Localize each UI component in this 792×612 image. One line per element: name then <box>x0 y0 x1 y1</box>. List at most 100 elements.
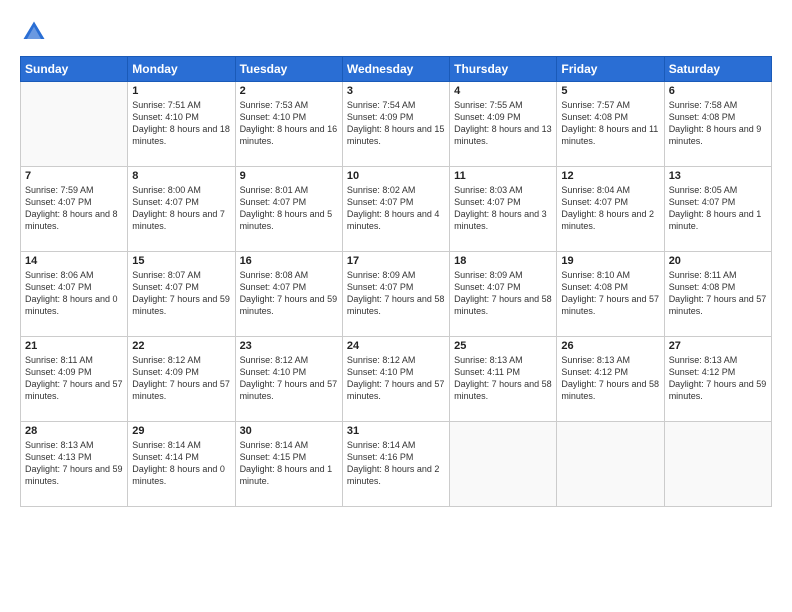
day-number: 30 <box>240 425 338 437</box>
calendar-cell: 22Sunrise: 8:12 AMSunset: 4:09 PMDayligh… <box>128 337 235 422</box>
calendar-week-row: 28Sunrise: 8:13 AMSunset: 4:13 PMDayligh… <box>21 422 772 507</box>
day-number: 24 <box>347 340 445 352</box>
calendar-cell: 28Sunrise: 8:13 AMSunset: 4:13 PMDayligh… <box>21 422 128 507</box>
calendar-day-header: Friday <box>557 57 664 82</box>
calendar-cell: 4Sunrise: 7:55 AMSunset: 4:09 PMDaylight… <box>450 82 557 167</box>
cell-daylight: Daylight: 7 hours and 58 minutes. <box>561 378 659 402</box>
calendar-cell: 9Sunrise: 8:01 AMSunset: 4:07 PMDaylight… <box>235 167 342 252</box>
cell-sunrise: Sunrise: 8:10 AM <box>561 269 659 281</box>
calendar-cell: 21Sunrise: 8:11 AMSunset: 4:09 PMDayligh… <box>21 337 128 422</box>
cell-sunrise: Sunrise: 7:57 AM <box>561 99 659 111</box>
calendar-cell: 5Sunrise: 7:57 AMSunset: 4:08 PMDaylight… <box>557 82 664 167</box>
calendar-week-row: 7Sunrise: 7:59 AMSunset: 4:07 PMDaylight… <box>21 167 772 252</box>
day-number: 5 <box>561 85 659 97</box>
cell-sunset: Sunset: 4:09 PM <box>454 111 552 123</box>
day-number: 16 <box>240 255 338 267</box>
cell-sunset: Sunset: 4:07 PM <box>25 196 123 208</box>
cell-daylight: Daylight: 8 hours and 2 minutes. <box>347 463 445 487</box>
cell-sunset: Sunset: 4:10 PM <box>240 366 338 378</box>
cell-daylight: Daylight: 7 hours and 59 minutes. <box>25 463 123 487</box>
calendar-cell: 14Sunrise: 8:06 AMSunset: 4:07 PMDayligh… <box>21 252 128 337</box>
cell-sunrise: Sunrise: 8:03 AM <box>454 184 552 196</box>
calendar-cell: 15Sunrise: 8:07 AMSunset: 4:07 PMDayligh… <box>128 252 235 337</box>
calendar-cell: 27Sunrise: 8:13 AMSunset: 4:12 PMDayligh… <box>664 337 771 422</box>
cell-daylight: Daylight: 8 hours and 1 minute. <box>669 208 767 232</box>
cell-sunset: Sunset: 4:08 PM <box>669 281 767 293</box>
day-number: 15 <box>132 255 230 267</box>
calendar-week-row: 14Sunrise: 8:06 AMSunset: 4:07 PMDayligh… <box>21 252 772 337</box>
calendar-day-header: Wednesday <box>342 57 449 82</box>
cell-sunrise: Sunrise: 8:11 AM <box>25 354 123 366</box>
calendar-table: SundayMondayTuesdayWednesdayThursdayFrid… <box>20 56 772 507</box>
calendar-cell: 3Sunrise: 7:54 AMSunset: 4:09 PMDaylight… <box>342 82 449 167</box>
cell-sunset: Sunset: 4:11 PM <box>454 366 552 378</box>
cell-daylight: Daylight: 8 hours and 16 minutes. <box>240 123 338 147</box>
day-number: 17 <box>347 255 445 267</box>
cell-daylight: Daylight: 7 hours and 57 minutes. <box>347 378 445 402</box>
calendar-day-header: Sunday <box>21 57 128 82</box>
cell-sunset: Sunset: 4:16 PM <box>347 451 445 463</box>
cell-sunset: Sunset: 4:10 PM <box>132 111 230 123</box>
calendar-cell: 25Sunrise: 8:13 AMSunset: 4:11 PMDayligh… <box>450 337 557 422</box>
day-number: 12 <box>561 170 659 182</box>
calendar-day-header: Monday <box>128 57 235 82</box>
cell-sunrise: Sunrise: 8:13 AM <box>669 354 767 366</box>
cell-sunset: Sunset: 4:15 PM <box>240 451 338 463</box>
cell-sunrise: Sunrise: 7:54 AM <box>347 99 445 111</box>
cell-sunrise: Sunrise: 8:01 AM <box>240 184 338 196</box>
cell-sunset: Sunset: 4:07 PM <box>25 281 123 293</box>
cell-sunset: Sunset: 4:09 PM <box>347 111 445 123</box>
cell-sunset: Sunset: 4:10 PM <box>240 111 338 123</box>
day-number: 28 <box>25 425 123 437</box>
cell-sunrise: Sunrise: 7:55 AM <box>454 99 552 111</box>
day-number: 7 <box>25 170 123 182</box>
cell-daylight: Daylight: 8 hours and 8 minutes. <box>25 208 123 232</box>
cell-sunrise: Sunrise: 8:14 AM <box>347 439 445 451</box>
cell-daylight: Daylight: 7 hours and 57 minutes. <box>25 378 123 402</box>
cell-sunrise: Sunrise: 7:59 AM <box>25 184 123 196</box>
cell-daylight: Daylight: 7 hours and 59 minutes. <box>132 293 230 317</box>
calendar-cell: 29Sunrise: 8:14 AMSunset: 4:14 PMDayligh… <box>128 422 235 507</box>
cell-daylight: Daylight: 7 hours and 57 minutes. <box>669 293 767 317</box>
calendar-cell: 2 Sunrise: 7:53 AMSunset: 4:10 PMDaylight… <box>235 82 342 167</box>
cell-sunrise: Sunrise: 8:09 AM <box>454 269 552 281</box>
cell-sunrise: Sunrise: 8:02 AM <box>347 184 445 196</box>
page: SundayMondayTuesdayWednesdayThursdayFrid… <box>0 0 792 612</box>
calendar-cell: 24Sunrise: 8:12 AMSunset: 4:10 PMDayligh… <box>342 337 449 422</box>
cell-daylight: Daylight: 8 hours and 4 minutes. <box>347 208 445 232</box>
day-number: 11 <box>454 170 552 182</box>
day-number: 21 <box>25 340 123 352</box>
cell-sunrise: Sunrise: 8:12 AM <box>347 354 445 366</box>
cell-sunset: Sunset: 4:07 PM <box>669 196 767 208</box>
cell-sunrise: Sunrise: 8:11 AM <box>669 269 767 281</box>
day-number: 23 <box>240 340 338 352</box>
cell-sunset: Sunset: 4:08 PM <box>561 111 659 123</box>
day-number: 2 <box>240 85 338 97</box>
cell-sunset: Sunset: 4:07 PM <box>454 196 552 208</box>
cell-daylight: Daylight: 7 hours and 57 minutes. <box>561 293 659 317</box>
cell-sunrise: Sunrise: 8:13 AM <box>454 354 552 366</box>
cell-daylight: Daylight: 7 hours and 57 minutes. <box>240 378 338 402</box>
day-number: 9 <box>240 170 338 182</box>
day-number: 4 <box>454 85 552 97</box>
cell-sunrise: Sunrise: 8:14 AM <box>132 439 230 451</box>
calendar-cell: 31Sunrise: 8:14 AMSunset: 4:16 PMDayligh… <box>342 422 449 507</box>
day-number: 27 <box>669 340 767 352</box>
cell-sunrise: Sunrise: 7:53 AM <box>240 99 338 111</box>
cell-sunrise: Sunrise: 8:00 AM <box>132 184 230 196</box>
cell-sunrise: Sunrise: 8:12 AM <box>132 354 230 366</box>
cell-sunrise: Sunrise: 7:51 AM <box>132 99 230 111</box>
cell-sunset: Sunset: 4:07 PM <box>347 196 445 208</box>
cell-sunrise: Sunrise: 8:14 AM <box>240 439 338 451</box>
calendar-cell: 13Sunrise: 8:05 AMSunset: 4:07 PMDayligh… <box>664 167 771 252</box>
cell-sunset: Sunset: 4:13 PM <box>25 451 123 463</box>
cell-daylight: Daylight: 7 hours and 58 minutes. <box>454 378 552 402</box>
logo <box>20 18 52 46</box>
day-number: 29 <box>132 425 230 437</box>
cell-sunset: Sunset: 4:07 PM <box>132 196 230 208</box>
day-number: 20 <box>669 255 767 267</box>
cell-daylight: Daylight: 7 hours and 57 minutes. <box>132 378 230 402</box>
cell-daylight: Daylight: 8 hours and 9 minutes. <box>669 123 767 147</box>
cell-sunset: Sunset: 4:07 PM <box>240 281 338 293</box>
calendar-cell: 1Sunrise: 7:51 AMSunset: 4:10 PMDaylight… <box>128 82 235 167</box>
